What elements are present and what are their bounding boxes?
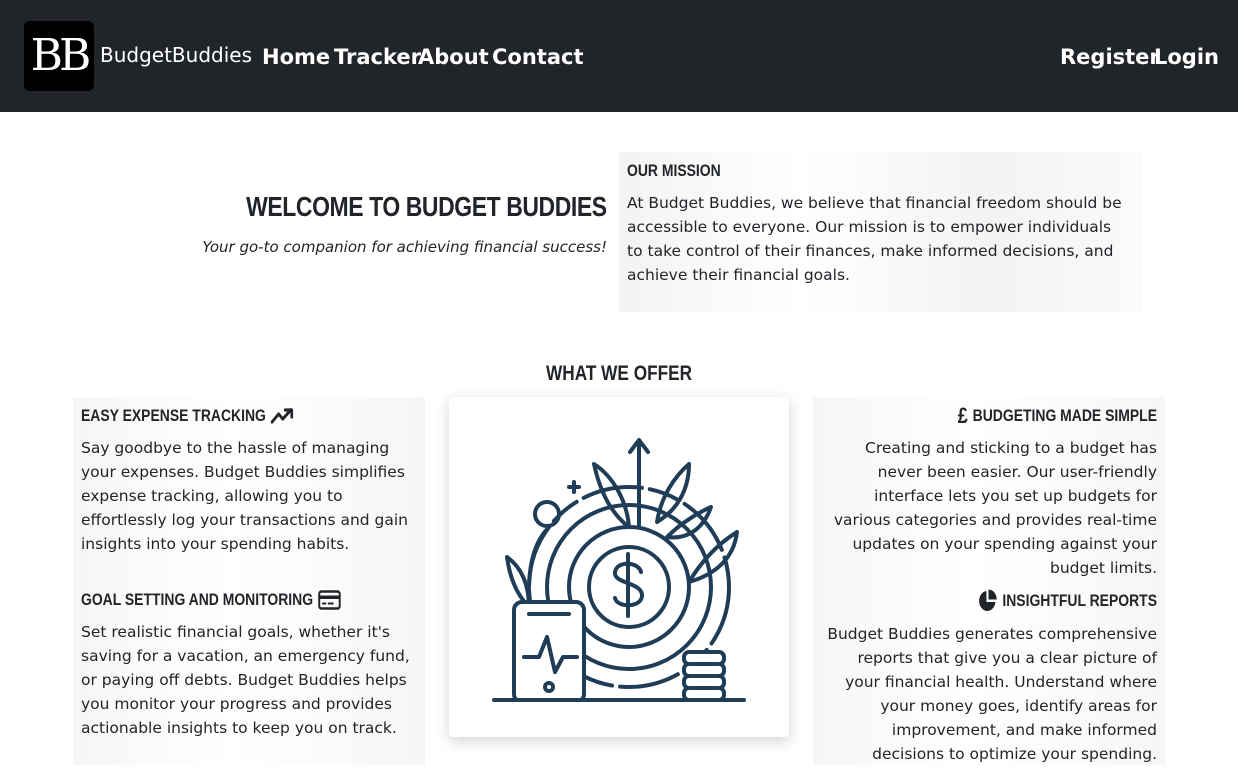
offer-title-text: WHAT WE OFFER bbox=[545, 362, 693, 385]
feature-heading-text: EASY EXPENSE TRACKING bbox=[81, 406, 266, 425]
nav-link-contact[interactable]: Contact bbox=[492, 44, 584, 70]
mission-card: OUR MISSION At Budget Buddies, we believ… bbox=[619, 152, 1141, 312]
pound-icon: £ bbox=[957, 403, 968, 428]
page-subtitle: Your go-to companion for achieving finan… bbox=[202, 238, 607, 256]
logo-text: BB bbox=[30, 30, 92, 81]
feature-heading-text: INSIGHTFUL REPORTS bbox=[1002, 591, 1157, 610]
page-title: WELCOME TO BUDGET BUDDIES bbox=[246, 191, 607, 222]
mission-heading: OUR MISSION bbox=[627, 160, 1037, 182]
nav-link-about[interactable]: About bbox=[418, 44, 489, 70]
illustration-card bbox=[449, 397, 789, 737]
feature-heading: £ BUDGETING MADE SIMPLE bbox=[881, 405, 1157, 427]
nav-link-login[interactable]: Login bbox=[1154, 44, 1219, 70]
mission-heading-text: OUR MISSION bbox=[627, 161, 721, 180]
trending-up-icon bbox=[271, 408, 294, 424]
feature-card-reports: INSIGHTFUL REPORTS Budget Buddies genera… bbox=[813, 581, 1165, 765]
feature-heading: EASY EXPENSE TRACKING bbox=[81, 405, 357, 427]
offer-title: WHAT WE OFFER bbox=[0, 360, 1238, 388]
feature-body: Set realistic financial goals, whether i… bbox=[81, 623, 410, 737]
logo[interactable]: BB bbox=[24, 21, 94, 91]
feature-heading: GOAL SETTING AND MONITORING bbox=[81, 589, 357, 611]
feature-card-expense-tracking: EASY EXPENSE TRACKING Say goodbye to the… bbox=[73, 397, 425, 581]
brand-name[interactable]: BudgetBuddies bbox=[100, 42, 252, 68]
navbar: BB BudgetBuddies Home Tracker About Cont… bbox=[0, 0, 1238, 112]
feature-body: Creating and sticking to a budget has ne… bbox=[833, 439, 1157, 577]
nav-link-home[interactable]: Home bbox=[262, 44, 330, 70]
feature-heading-text: GOAL SETTING AND MONITORING bbox=[81, 590, 314, 609]
feature-heading: INSIGHTFUL REPORTS bbox=[881, 589, 1157, 613]
feature-body: Say goodbye to the hassle of managing yo… bbox=[81, 439, 408, 553]
nav-link-tracker[interactable]: Tracker bbox=[334, 44, 421, 70]
nav-link-register[interactable]: Register bbox=[1060, 44, 1160, 70]
credit-card-icon bbox=[318, 590, 341, 610]
feature-body: Budget Buddies generates comprehensive r… bbox=[827, 625, 1157, 763]
feature-heading-text: BUDGETING MADE SIMPLE bbox=[972, 406, 1157, 425]
feature-card-budgeting: £ BUDGETING MADE SIMPLE Creating and sti… bbox=[813, 397, 1165, 581]
money-growth-illustration bbox=[492, 438, 746, 702]
mission-body: At Budget Buddies, we believe that finan… bbox=[627, 194, 1122, 284]
pie-chart-icon bbox=[979, 589, 998, 611]
feature-card-goal-setting: GOAL SETTING AND MONITORING Set realisti… bbox=[73, 581, 425, 765]
